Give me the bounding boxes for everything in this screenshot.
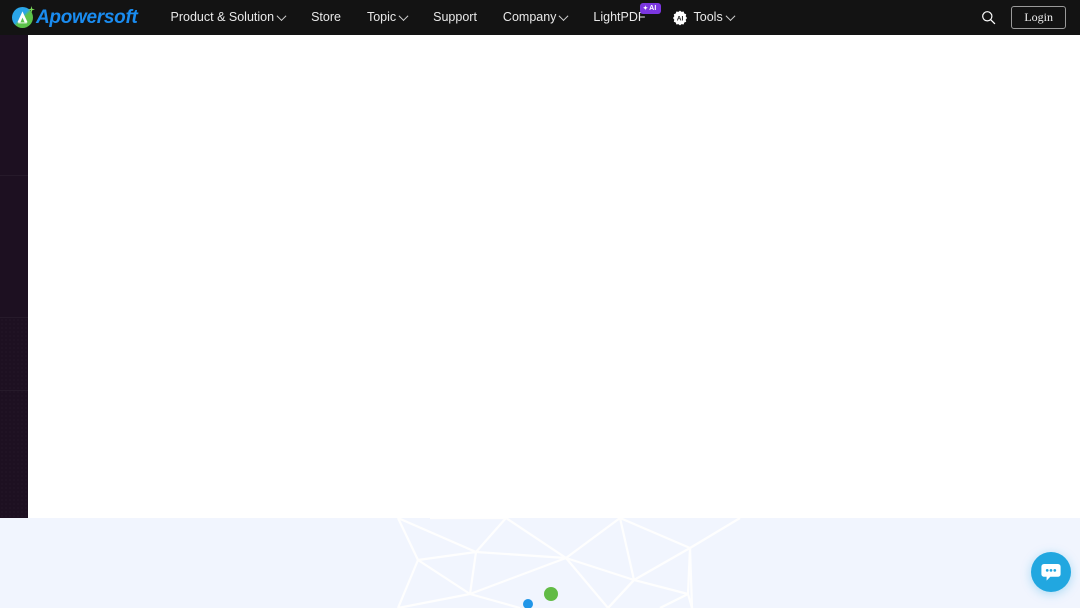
- nav-item-product-solution[interactable]: Product & Solution: [158, 0, 299, 35]
- green-dot: [544, 587, 558, 601]
- ai-badge: ✦ AI: [639, 3, 661, 14]
- rail-seam: [0, 175, 28, 176]
- nav-label: Store: [311, 10, 341, 25]
- main-content-area: [0, 35, 1080, 518]
- search-icon[interactable]: [973, 0, 1003, 35]
- nav-item-lightpdf[interactable]: LightPDF ✦ AI: [580, 0, 661, 35]
- nav-item-store[interactable]: Store: [298, 0, 354, 35]
- site-header: Apowersoft Product & Solution Store Topi…: [0, 0, 1080, 35]
- chat-bubble-icon: [1041, 563, 1061, 581]
- nav-label: LightPDF: [593, 10, 646, 25]
- logo-text: Apowersoft: [36, 7, 138, 28]
- nav-item-tools[interactable]: AI Tools: [659, 0, 747, 35]
- ai-tools-icon: AI: [672, 10, 688, 26]
- left-sidebar-strip[interactable]: [0, 35, 28, 518]
- ai-badge-label: AI: [649, 5, 657, 12]
- rail-texture: [0, 318, 28, 518]
- polygon-network-pattern: [396, 518, 741, 608]
- nav-label: Tools: [693, 10, 723, 25]
- logo-link[interactable]: Apowersoft: [12, 0, 138, 35]
- hero-section: [0, 518, 1080, 608]
- header-actions: Login: [973, 0, 1080, 35]
- chevron-down-icon: [276, 11, 287, 22]
- nav-item-support[interactable]: Support: [420, 0, 490, 35]
- svg-text:AI: AI: [676, 15, 683, 22]
- apowersoft-logo-icon: [12, 6, 35, 28]
- chat-widget-button[interactable]: [1031, 552, 1071, 592]
- sparkle-icon: ✦: [642, 5, 649, 12]
- login-button[interactable]: Login: [1011, 6, 1066, 29]
- nav-label: Support: [433, 10, 477, 25]
- logo-sparkle-icon: [28, 6, 35, 13]
- nav-item-topic[interactable]: Topic: [354, 0, 420, 35]
- chevron-down-icon: [725, 11, 736, 22]
- blue-dot: [523, 599, 533, 608]
- chevron-down-icon: [398, 11, 409, 22]
- nav-item-company[interactable]: Company: [490, 0, 581, 35]
- nav-label: Topic: [366, 10, 397, 25]
- nav-label: Company: [502, 10, 557, 25]
- chevron-down-icon: [558, 11, 569, 22]
- page-root: Apowersoft Product & Solution Store Topi…: [0, 0, 1080, 608]
- nav-label: Product & Solution: [170, 10, 275, 25]
- main-navigation: Product & Solution Store Topic Support C…: [158, 0, 747, 35]
